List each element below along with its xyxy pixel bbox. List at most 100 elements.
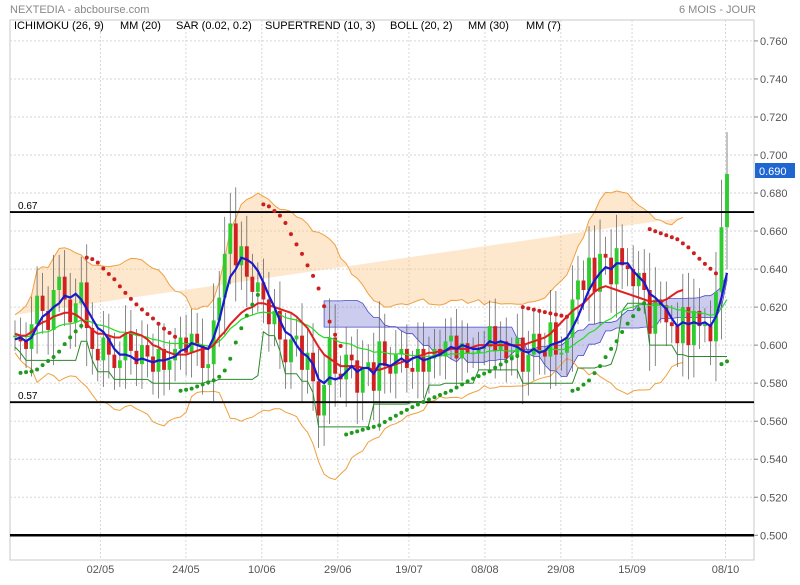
candle-body <box>609 257 614 285</box>
candle-body <box>493 326 498 351</box>
candle-body <box>680 307 685 344</box>
sar-dot <box>189 386 194 391</box>
sar-dot <box>719 362 724 367</box>
sar-dot <box>128 296 133 301</box>
sar-dot <box>537 308 542 313</box>
sar-dot <box>40 363 45 368</box>
sar-dot <box>173 334 178 339</box>
sar-dot <box>294 242 299 247</box>
sar-dot <box>609 346 614 351</box>
sar-dot <box>18 370 23 375</box>
candle-body <box>250 276 255 292</box>
y-tick-label: 0.520 <box>760 492 788 504</box>
sar-dot <box>68 335 73 340</box>
sar-dot <box>233 340 238 345</box>
price-chart: NEXTEDIA - abcbourse.com 6 MOIS - JOUR 0… <box>0 0 800 580</box>
y-tick-label: 0.720 <box>760 112 788 124</box>
candle-body <box>95 348 100 361</box>
sar-dot <box>520 305 525 310</box>
x-tick-label: 29/08 <box>547 564 575 576</box>
sar-dot <box>261 202 266 207</box>
candle-body <box>565 337 569 353</box>
candle-body <box>266 299 271 325</box>
candle-body <box>669 322 674 327</box>
sar-dot <box>614 339 619 344</box>
sar-dot <box>388 416 393 421</box>
sar-dot <box>415 402 420 407</box>
y-tick-label: 0.500 <box>760 530 788 542</box>
x-tick-label: 08/08 <box>471 564 499 576</box>
sar-dot <box>95 260 100 265</box>
sar-dot <box>150 316 155 321</box>
sar-dot <box>669 235 674 240</box>
sar-dot <box>449 388 454 393</box>
y-tick-label: 0.700 <box>760 150 788 162</box>
x-tick-label: 08/10 <box>712 564 740 576</box>
sar-dot <box>101 266 106 271</box>
candle-body <box>559 352 564 355</box>
sar-dot <box>371 424 376 429</box>
sar-dot <box>465 379 470 384</box>
sar-dot <box>498 362 503 367</box>
candle-body <box>719 227 724 292</box>
candle-body <box>294 335 299 340</box>
candle-body <box>349 354 354 361</box>
sar-dot <box>443 390 448 395</box>
sar-dot <box>277 213 282 218</box>
candle-body <box>410 367 415 372</box>
sar-dot <box>647 227 652 232</box>
sar-dot <box>134 302 139 307</box>
legend-item-mm30: MM (30) <box>468 20 509 32</box>
legend-item-ichimoku: ICHIMOKU (26, 9) <box>14 20 104 32</box>
sar-dot <box>636 307 641 312</box>
sar-dot <box>713 271 718 276</box>
candle-body <box>581 280 586 290</box>
sar-dot <box>393 413 398 418</box>
candle-body <box>112 354 117 368</box>
sar-dot <box>62 342 67 347</box>
sar-dot <box>454 385 459 390</box>
sar-dot <box>255 292 260 297</box>
sar-dot <box>139 307 144 312</box>
candle-body <box>603 253 608 258</box>
sar-dot <box>250 302 255 307</box>
candle-body <box>725 174 729 228</box>
sar-dot <box>620 329 625 334</box>
sar-dot <box>206 380 211 385</box>
sar-dot <box>344 432 349 437</box>
sar-dot <box>426 397 431 402</box>
last-price-tag: 0.690 <box>755 163 795 178</box>
x-tick-label: 15/09 <box>618 564 646 576</box>
candle-body <box>415 348 420 372</box>
chart-title: NEXTEDIA - abcbourse.com <box>10 4 149 16</box>
sar-dot <box>355 429 360 434</box>
sar-dot <box>564 314 569 319</box>
candle-body <box>653 299 658 334</box>
x-tick-label: 19/07 <box>395 564 423 576</box>
sar-dot <box>598 364 603 369</box>
sar-dot <box>222 368 227 373</box>
sar-dot <box>123 290 128 295</box>
sar-dot <box>211 378 216 383</box>
sar-dot <box>73 329 78 334</box>
candle-body <box>101 337 106 361</box>
sar-dot <box>84 255 89 260</box>
legend-item-mm7: MM (7) <box>526 20 561 32</box>
sar-dot <box>106 272 111 277</box>
sar-dot <box>29 369 34 374</box>
candle-body <box>548 322 553 357</box>
sar-dot <box>548 311 553 316</box>
sar-dot <box>592 371 597 376</box>
sar-dot <box>338 344 343 349</box>
sar-dot <box>559 313 564 318</box>
candle-body <box>233 223 238 266</box>
y-tick-label: 0.740 <box>760 74 788 86</box>
sar-dot <box>575 386 580 391</box>
sar-dot <box>725 359 729 364</box>
sar-dot <box>57 349 62 354</box>
x-tick-label: 10/06 <box>248 564 276 576</box>
sar-dot <box>46 358 51 363</box>
level-label: 0.67 <box>18 201 38 212</box>
legend: ICHIMOKU (26, 9) MM (20) SAR (0.02, 0.2)… <box>14 20 561 32</box>
sar-dot <box>228 356 233 361</box>
